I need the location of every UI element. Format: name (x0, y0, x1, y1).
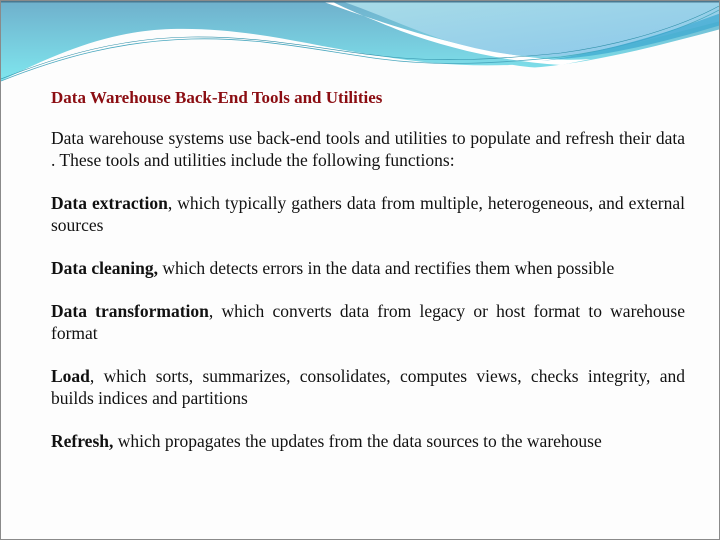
function-term: Refresh, (51, 431, 114, 451)
slide-content: Data Warehouse Back-End Tools and Utilit… (51, 87, 685, 473)
function-desc: which detects errors in the data and rec… (157, 258, 615, 278)
function-item-cleaning: Data cleaning, which detects errors in t… (51, 257, 685, 279)
header-wave-decoration (1, 1, 719, 91)
function-item-load: Load, which sorts, summarizes, consolida… (51, 366, 685, 408)
function-desc: which sorts, summarizes, consolidates, c… (51, 366, 685, 408)
function-item-refresh: Refresh, which propagates the updates fr… (51, 430, 685, 452)
slide: Data Warehouse Back-End Tools and Utilit… (0, 0, 720, 540)
function-term: Load (51, 366, 90, 386)
function-term: Data cleaning, (51, 258, 158, 278)
function-desc: which propagates the updates from the da… (113, 431, 602, 451)
function-term: Data transformation (51, 301, 209, 321)
function-item-extraction: Data extraction, which typically gathers… (51, 193, 685, 235)
intro-paragraph: Data warehouse systems use back-end tool… (51, 128, 685, 170)
function-term: Data extraction (51, 193, 168, 213)
slide-title: Data Warehouse Back-End Tools and Utilit… (51, 88, 383, 107)
function-item-transformation: Data transformation, which converts data… (51, 301, 686, 343)
